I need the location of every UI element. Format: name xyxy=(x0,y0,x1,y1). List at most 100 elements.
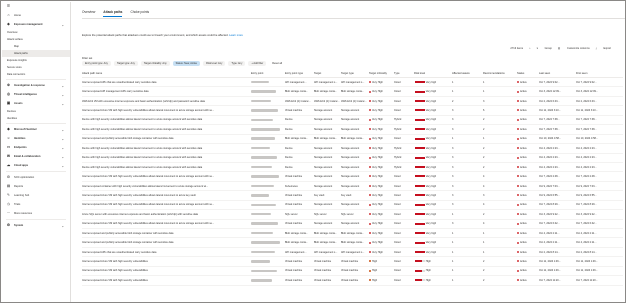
risk-label: Very high xyxy=(425,99,437,103)
export-button[interactable]: ⤓ Export xyxy=(596,47,611,50)
customize-columns-button[interactable]: ▥ Customize columns xyxy=(558,47,590,50)
assets-icon: ▣ xyxy=(6,101,11,105)
column-header[interactable]: Entry point xyxy=(251,72,285,75)
sidebar-subitem[interactable]: Overview xyxy=(2,29,70,36)
sidebar-item[interactable]: ⊚ Investigation & response ⌄ xyxy=(2,81,70,90)
risk-level: Very high xyxy=(414,156,452,159)
risk-bar-fill xyxy=(415,128,425,131)
column-header[interactable]: Status xyxy=(517,72,539,75)
table-row[interactable]: Internet exposed Azure VM with high seve… xyxy=(82,191,623,201)
table-row[interactable]: Internet exposed Azure VM with high seve… xyxy=(82,201,623,211)
table-row[interactable]: Device with high severity vulnerabilitie… xyxy=(82,163,623,173)
table-row[interactable]: Device with high severity vulnerabilitie… xyxy=(82,125,623,135)
first-seen: Oct 2, 2024 8:14... xyxy=(576,250,597,254)
column-header[interactable]: Entry point type xyxy=(285,72,314,75)
sidebar-item[interactable]: ◆ Microsoft Sentinel ⌄ xyxy=(2,125,70,134)
sidebar-item[interactable]: ✉ Email & collaboration ⌄ xyxy=(2,152,70,161)
sidebar-subitem[interactable]: Devices xyxy=(2,108,70,115)
sidebar-item[interactable]: ◈ Exposure management ⌄ xyxy=(2,20,70,29)
sidebar-item[interactable]: ▭ Endpoints ⌄ xyxy=(2,143,70,152)
risk-bar xyxy=(415,250,425,253)
sidebar-item[interactable]: ☁ Cloud apps ⌄ xyxy=(2,161,70,170)
status-label: Active xyxy=(520,231,527,235)
table-row[interactable]: Azure SQL server with excessive internet… xyxy=(82,210,623,220)
sidebar-item[interactable]: ◷ Trials xyxy=(2,200,70,209)
risk-label: Very high xyxy=(425,165,437,169)
sidebar-subitem[interactable]: Map xyxy=(2,43,70,50)
column-header[interactable]: First seen xyxy=(576,72,613,75)
criticality-dot xyxy=(369,90,371,93)
table-row[interactable]: Internet exposed Azure VM with high seve… xyxy=(82,106,623,116)
sidebar-subitem[interactable]: Attack paths xyxy=(2,50,70,57)
table-row[interactable]: Internet exposed Azure VM with high seve… xyxy=(82,220,623,229)
filter-chip[interactable]: Risk level: Any xyxy=(203,61,226,66)
sidebar-subitem[interactable]: Identities xyxy=(2,115,70,122)
column-header[interactable]: Target xyxy=(314,72,341,75)
table-row[interactable]: Internet exposed API management APIs car… xyxy=(82,87,623,97)
hamburger-menu-button[interactable]: ☰ xyxy=(2,2,70,11)
sidebar-item[interactable]: ⚙ SOC optimization xyxy=(2,173,70,182)
table-row[interactable]: Device with high severity vulnerabilitie… xyxy=(82,154,623,163)
filter-chip[interactable]: Entry point type: Any xyxy=(82,61,111,66)
table-row[interactable]: Internet exposed Azure VM with high seve… xyxy=(82,267,623,277)
table-row[interactable]: Internet exposed and publicly accessible… xyxy=(82,229,623,239)
table-row[interactable]: Device with high severity vulnerabilitie… xyxy=(82,116,623,126)
table-row[interactable]: Internet exposed and publicly accessible… xyxy=(82,135,623,145)
target: Storage account xyxy=(314,127,333,131)
sidebar-item[interactable]: ▤ Reports xyxy=(2,182,70,191)
table-row[interactable]: Internet exposed Azure VM with high seve… xyxy=(82,172,623,182)
criticality-dot xyxy=(369,118,371,121)
redacted-text xyxy=(251,109,278,112)
attack-path-name: Internet exposed Azure VM with high seve… xyxy=(82,193,196,197)
sidebar-item[interactable]: ⋯ More resources xyxy=(2,209,70,218)
status: Active xyxy=(517,81,539,84)
affected-assets: 1 xyxy=(452,260,454,264)
column-header[interactable]: Target type xyxy=(341,72,369,75)
column-header[interactable]: Last seen xyxy=(539,72,576,75)
sidebar-subitem[interactable]: Data connectors xyxy=(2,71,70,78)
sidebar-subitem[interactable]: Exposure insights xyxy=(2,57,70,64)
tab-overview[interactable]: Overview xyxy=(82,10,95,17)
table-row[interactable]: Device with high severity vulnerabilitie… xyxy=(82,144,623,154)
table-row[interactable]: Internet exposed APIs that are unauthent… xyxy=(82,248,623,258)
sidebar-subitem[interactable]: Secure score xyxy=(2,64,70,71)
filter-chip[interactable]: Target type: Any xyxy=(113,61,138,66)
column-header[interactable]: Attack path name xyxy=(82,72,251,75)
column-header[interactable]: Type xyxy=(394,72,414,75)
target-criticality: High xyxy=(369,269,394,272)
column-header[interactable]: Target criticality xyxy=(369,72,394,75)
sidebar-item[interactable]: ☺ Identities ⌄ xyxy=(2,134,70,143)
target: Virtual machine xyxy=(314,260,332,264)
group-label: Group xyxy=(544,47,552,50)
group-button[interactable]: ▾ Group xyxy=(537,47,552,50)
entry-point-type: Virtual machine xyxy=(285,203,303,207)
sidebar-item[interactable]: ⌂ Home xyxy=(2,11,70,20)
filter-chip[interactable]: + Add filter xyxy=(248,61,267,66)
table-row[interactable]: AWS EC2 VM with excessive internet expos… xyxy=(82,97,623,107)
column-header[interactable]: Risk level xyxy=(414,72,452,75)
learn-more-link[interactable]: Learn more xyxy=(229,34,243,37)
search-icon[interactable]: ⌕ xyxy=(529,47,530,50)
column-header[interactable]: Recommendations xyxy=(483,72,517,75)
sidebar-subitem[interactable]: Attack surface xyxy=(2,36,70,43)
target: Blob storage conta... xyxy=(314,241,337,245)
column-header[interactable]: Affected assets xyxy=(452,72,483,75)
sidebar-item[interactable]: ⚙ System ⌄ xyxy=(2,221,70,230)
filter-chip[interactable]: Target criticality: Any xyxy=(140,61,170,66)
tab-choke-points[interactable]: Choke points xyxy=(130,10,149,17)
filter-chip[interactable]: Status: New, Active xyxy=(172,61,201,66)
table-row[interactable]: Internet exposed Azure VM with high seve… xyxy=(82,276,623,286)
sidebar-item[interactable]: ✎ Learning hub xyxy=(2,191,70,200)
status: Active xyxy=(517,222,539,225)
tab-attack-paths[interactable]: Attack paths xyxy=(103,10,123,17)
sidebar-item[interactable]: ▣ Assets ⌄ xyxy=(2,99,70,108)
filter-chip[interactable]: Reset all xyxy=(269,61,285,66)
table-row[interactable]: Internet exposed Azure VM with high seve… xyxy=(82,257,623,267)
table-row[interactable]: Internet exposed container with high sev… xyxy=(82,182,623,192)
sidebar-item[interactable]: ◎ Threat intelligence ⌄ xyxy=(2,90,70,99)
table-row[interactable]: Internet exposed APIs that are unauthent… xyxy=(82,78,623,88)
table-row[interactable]: Internet exposed and publicly accessible… xyxy=(82,238,623,248)
recommendations: 1 xyxy=(483,241,485,245)
filter-chip[interactable]: Type: Any xyxy=(228,61,246,66)
sidebar-item-label: Investigation & response xyxy=(14,84,45,87)
